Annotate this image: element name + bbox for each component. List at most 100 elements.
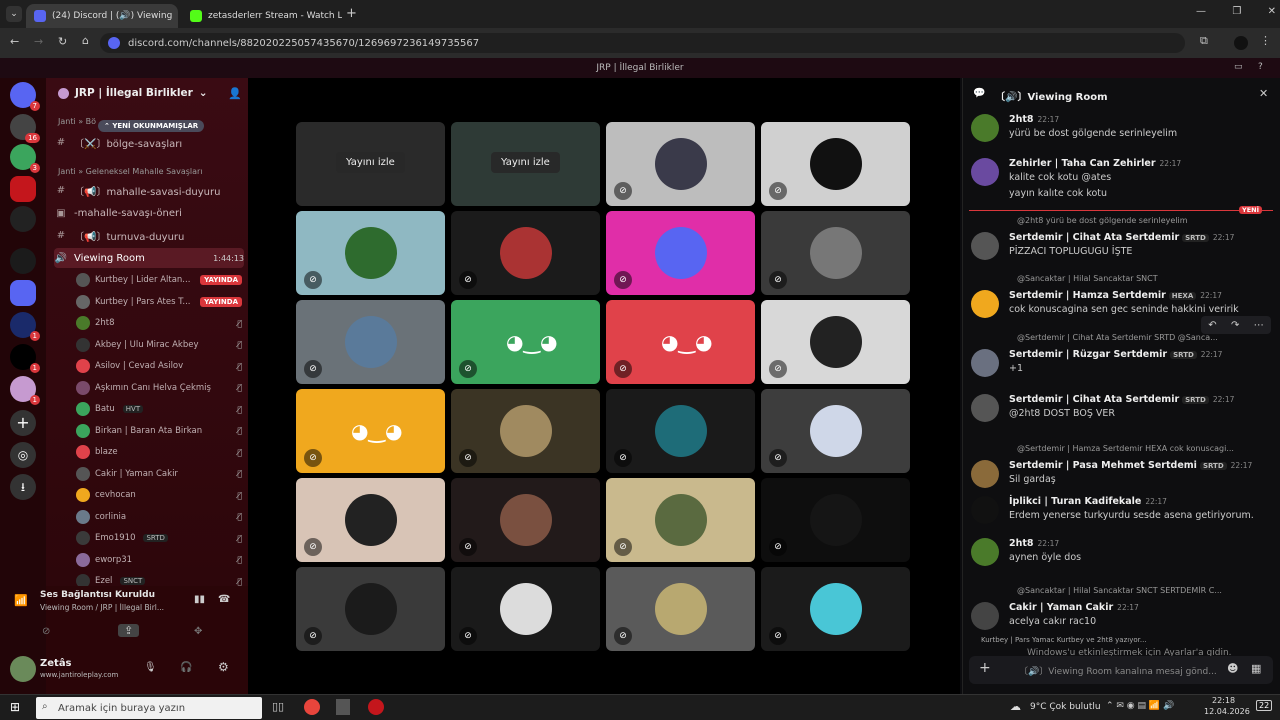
participant-tile[interactable]: ◕‿◕ ⊘ bbox=[451, 300, 600, 384]
avatar[interactable] bbox=[971, 290, 999, 318]
clock-time[interactable]: 22:18 bbox=[1212, 696, 1235, 705]
address-bar[interactable]: discord.com/channels/882020225057435670/… bbox=[100, 33, 1185, 53]
voice-user[interactable]: corlinia 🎙̸ bbox=[76, 507, 242, 527]
voice-user[interactable]: 2ht8 🎙̸ bbox=[76, 313, 242, 333]
channel-item[interactable]: # 〔⚔️〕bölge-savaşları bbox=[54, 132, 244, 152]
participant-tile[interactable]: ⊘ bbox=[451, 567, 600, 651]
disconnect-icon[interactable]: ☎ bbox=[218, 594, 230, 605]
chat-message[interactable]: @Sertdemir | Hamza Sertdemir HEXA cok ko… bbox=[971, 444, 1271, 498]
notification-count[interactable]: 22 bbox=[1256, 700, 1273, 711]
voice-user[interactable]: Batu HVT 🎙̸ bbox=[76, 399, 242, 419]
new-unreads-banner[interactable]: ⌃ YENİ OKUNMAMIŞLAR bbox=[98, 120, 205, 132]
home-icon[interactable]: ⌂ bbox=[82, 34, 89, 47]
participant-tile[interactable]: ⊘ bbox=[761, 211, 910, 295]
voice-status[interactable]: Ses Bağlantısı Kuruldu bbox=[40, 590, 155, 600]
site-info-icon[interactable] bbox=[108, 37, 120, 49]
help-icon[interactable]: ? bbox=[1258, 62, 1263, 72]
voice-user[interactable]: Kurtbey | Lider Altan... YAYINDA bbox=[76, 270, 242, 290]
chrome-icon[interactable] bbox=[304, 699, 320, 715]
forward-icon[interactable]: ↷ bbox=[1231, 320, 1239, 331]
participant-tile[interactable]: ⊘ bbox=[606, 478, 755, 562]
reply-preview[interactable]: @Sertdemir | Hamza Sertdemir HEXA cok ko… bbox=[1017, 444, 1277, 453]
stream-tile[interactable]: Yayını izle bbox=[296, 122, 445, 206]
voice-channel-item[interactable]: 🔊 Viewing Room 1:44:13 bbox=[54, 248, 244, 268]
server-icon[interactable]: 3 bbox=[10, 144, 40, 173]
tab-kick[interactable]: zetasderlerr Stream - Watch Liv ✕ bbox=[182, 4, 342, 28]
voice-user[interactable]: Aşkımın Canı Helva Çekmiş 🎙̸ bbox=[76, 378, 242, 398]
microphone-icon[interactable]: 🎙 bbox=[144, 662, 157, 673]
windows-start-icon[interactable]: ⊞ bbox=[10, 700, 20, 714]
chat-message[interactable]: 2ht8 22:17 aynen öyle dos bbox=[971, 538, 1271, 576]
voice-user[interactable]: Emo1910 SRTD 🎙̸ bbox=[76, 528, 242, 548]
reply-preview[interactable]: @2ht8 yürü be dost gölgende serinleyelim bbox=[1017, 216, 1277, 225]
profile-avatar[interactable] bbox=[1234, 36, 1248, 50]
extensions-icon[interactable]: ⧉ bbox=[1200, 34, 1208, 48]
task-view-icon[interactable]: ▯▯ bbox=[272, 700, 284, 713]
app-icon[interactable] bbox=[336, 699, 350, 715]
reply-preview[interactable]: @Sancaktar | Hilal Sancaktar SNCT SERTDE… bbox=[1017, 586, 1277, 595]
channel-item[interactable]: ▣ -mahalle-savaşı-öneri bbox=[54, 203, 244, 223]
avatar[interactable] bbox=[971, 538, 999, 566]
folder-icon[interactable] bbox=[10, 280, 36, 306]
channel-item[interactable]: # 〔📢〕turnuva-duyuru bbox=[54, 225, 244, 245]
more-icon[interactable]: ⋯ bbox=[1254, 320, 1264, 331]
close-icon[interactable]: ✕ bbox=[1259, 87, 1268, 100]
server-icon[interactable] bbox=[10, 248, 36, 274]
message-author[interactable]: İplikci | Turan Kadifekale 22:17 bbox=[1009, 496, 1167, 507]
avatar[interactable] bbox=[971, 349, 999, 377]
message-author[interactable]: Zehirler | Taha Can Zehirler 22:17 bbox=[1009, 158, 1181, 169]
participant-tile[interactable]: ◕‿◕ ⊘ bbox=[606, 300, 755, 384]
channel-item[interactable]: # 〔📢〕mahalle-savasi-duyuru bbox=[54, 180, 244, 200]
voice-user[interactable]: Kurtbey | Pars Ates T... YAYINDA bbox=[76, 292, 242, 312]
participant-tile[interactable]: ⊘ bbox=[761, 300, 910, 384]
avatar[interactable] bbox=[971, 496, 999, 524]
participant-tile[interactable]: ◕‿◕ ⊘ bbox=[296, 389, 445, 473]
avatar[interactable] bbox=[971, 394, 999, 422]
server-icon[interactable]: 1 bbox=[10, 376, 40, 405]
weather-text[interactable]: 9°C Çok bulutlu bbox=[1030, 702, 1101, 712]
new-tab-button[interactable]: + bbox=[346, 6, 357, 21]
menu-icon[interactable]: ⋮ bbox=[1260, 34, 1271, 47]
headphones-icon[interactable]: 🎧 bbox=[180, 662, 192, 673]
server-icon[interactable]: 1 bbox=[10, 312, 40, 341]
watch-stream-button[interactable]: Yayını izle bbox=[491, 152, 560, 173]
close-window-button[interactable]: ✕ bbox=[1268, 6, 1276, 17]
participant-tile[interactable]: ⊘ bbox=[761, 567, 910, 651]
participant-tile[interactable]: ⊘ bbox=[761, 389, 910, 473]
apps-icon[interactable]: ▦ bbox=[1251, 662, 1261, 675]
settings-gear-icon[interactable]: ⚙ bbox=[218, 660, 229, 674]
participant-tile[interactable]: ⊘ bbox=[296, 211, 445, 295]
server-header[interactable]: JRP | İllegal Birlikler ⌄ bbox=[58, 87, 208, 99]
category-label[interactable]: Janti » Geleneksel Mahalle Savaşları bbox=[58, 167, 203, 176]
download-icon[interactable]: ⭳ bbox=[10, 474, 36, 500]
voice-location[interactable]: Viewing Room / JRP | İllegal Birl... bbox=[40, 603, 190, 612]
chat-message[interactable]: Zehirler | Taha Can Zehirler 22:17 kalite … bbox=[971, 158, 1271, 199]
clock-date[interactable]: 12.04.2026 bbox=[1204, 707, 1250, 716]
watch-stream-button[interactable]: Yayını izle bbox=[336, 152, 405, 173]
chat-message[interactable]: Sertdemir | Cihat Ata Sertdemir SRTD 22:17… bbox=[971, 394, 1271, 432]
voice-user[interactable]: Birkan | Baran Ata Birkan 🎙̸ bbox=[76, 421, 242, 441]
activities-icon[interactable]: ✥ bbox=[194, 626, 202, 637]
discover-icon[interactable]: ◎ bbox=[10, 442, 36, 468]
participant-tile[interactable]: ⊘ bbox=[296, 478, 445, 562]
message-author[interactable]: 2ht8 22:17 bbox=[1009, 538, 1059, 549]
chat-message[interactable]: @Sancaktar | Hilal Sancaktar SNCT SERTDE… bbox=[971, 586, 1271, 640]
voice-user[interactable]: Akbey | Ulu Mirac Akbey 🎙̸ bbox=[76, 335, 242, 355]
message-author[interactable]: Sertdemir | Cihat Ata Sertdemir SRTD 22:17 bbox=[1009, 394, 1234, 405]
participant-tile[interactable]: ⊘ bbox=[761, 478, 910, 562]
participant-tile[interactable]: ⊘ bbox=[296, 567, 445, 651]
minimize-button[interactable]: — bbox=[1196, 6, 1206, 17]
participant-tile[interactable]: ⊘ bbox=[451, 211, 600, 295]
avatar[interactable] bbox=[971, 158, 999, 186]
avatar[interactable] bbox=[971, 232, 999, 260]
noise-suppression-icon[interactable]: ▮▮ bbox=[194, 594, 205, 605]
participant-tile[interactable]: ⊘ bbox=[606, 567, 755, 651]
message-author[interactable]: Sertdemir | Rüzgar Sertdemir SRTD 22:17 bbox=[1009, 349, 1222, 360]
tab-search-icon[interactable]: ⌄ bbox=[6, 6, 22, 22]
server-icon[interactable] bbox=[10, 176, 36, 202]
maximize-button[interactable]: ❐ bbox=[1232, 6, 1241, 17]
stream-tile[interactable]: Yayını izle bbox=[451, 122, 600, 206]
chat-message[interactable]: 2ht8 22:17 yürü be dost gölgende serinleye… bbox=[971, 114, 1271, 152]
voice-user[interactable]: eworp31 🎙̸ bbox=[76, 550, 242, 570]
server-icon[interactable]: 1 bbox=[10, 344, 40, 373]
